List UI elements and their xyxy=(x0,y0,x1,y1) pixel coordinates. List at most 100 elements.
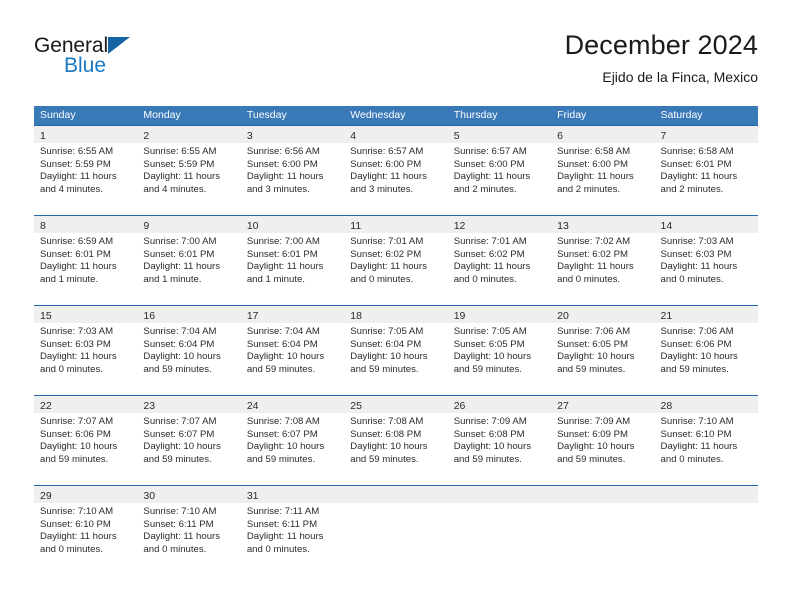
day-cell[interactable]: 27 Sunrise: 7:09 AM Sunset: 6:09 PM Dayligh… xyxy=(551,396,655,485)
day-cell[interactable]: 29 Sunrise: 7:10 AM Sunset: 6:10 PM Dayligh… xyxy=(34,486,138,575)
daylight-text-line1: Daylight: 11 hours xyxy=(143,171,221,183)
day-number-band: 20 xyxy=(551,306,655,323)
sunrise-text: Sunrise: 6:58 AM xyxy=(660,146,734,157)
day-cell[interactable]: 21 Sunrise: 7:06 AM Sunset: 6:06 PM Dayligh… xyxy=(654,306,758,395)
daylight-text-line1: Daylight: 10 hours xyxy=(246,441,325,453)
day-cell[interactable]: 15 Sunrise: 7:03 AM Sunset: 6:03 PM Dayligh… xyxy=(34,306,138,395)
day-details: Sunrise: 7:00 AM Sunset: 6:01 PM Daylight:… xyxy=(137,233,240,286)
day-cell[interactable]: 20 Sunrise: 7:06 AM Sunset: 6:05 PM Dayligh… xyxy=(551,306,655,395)
day-number-band: 14 xyxy=(654,216,758,233)
day-cell[interactable]: 28 Sunrise: 7:10 AM Sunset: 6:10 PM Dayligh… xyxy=(654,396,758,485)
day-cell[interactable]: 11 Sunrise: 7:01 AM Sunset: 6:02 PM Dayligh… xyxy=(344,216,448,305)
day-number: 17 xyxy=(246,310,259,322)
day-cell[interactable]: 18 Sunrise: 7:05 AM Sunset: 6:04 PM Dayligh… xyxy=(344,306,448,395)
day-cell[interactable]: 8 Sunrise: 6:59 AM Sunset: 6:01 PM Daylight… xyxy=(34,216,138,305)
day-cell[interactable]: 3 Sunrise: 6:56 AM Sunset: 6:00 PM Daylight… xyxy=(240,126,345,215)
daylight-text-line2: and 0 minutes. xyxy=(246,543,310,555)
day-cell[interactable]: 24 Sunrise: 7:08 AM Sunset: 6:07 PM Dayligh… xyxy=(240,396,345,485)
day-cell-empty xyxy=(654,486,758,575)
day-number: 19 xyxy=(453,310,466,322)
sunset-text: Sunset: 6:00 PM xyxy=(453,158,525,170)
daylight-text-line1: Daylight: 10 hours xyxy=(453,441,532,453)
day-cell[interactable]: 4 Sunrise: 6:57 AM Sunset: 6:00 PM Daylight… xyxy=(344,126,448,215)
day-cell[interactable]: 26 Sunrise: 7:09 AM Sunset: 6:08 PM Dayligh… xyxy=(447,396,552,485)
day-number: 24 xyxy=(246,400,259,412)
day-cell[interactable]: 31 Sunrise: 7:11 AM Sunset: 6:11 PM Dayligh… xyxy=(240,486,345,575)
weekday-header-saturday: Saturday xyxy=(660,109,703,121)
day-number: 7 xyxy=(660,130,667,142)
day-cell[interactable]: 25 Sunrise: 7:08 AM Sunset: 6:08 PM Dayligh… xyxy=(344,396,448,485)
day-number: 18 xyxy=(350,310,362,322)
day-cell[interactable]: 22 Sunrise: 7:07 AM Sunset: 6:06 PM Dayligh… xyxy=(34,396,138,485)
sunset-text: Sunset: 6:03 PM xyxy=(660,248,732,260)
day-number: 25 xyxy=(350,400,362,412)
day-cell[interactable]: 6 Sunrise: 6:58 AM Sunset: 6:00 PM Daylight… xyxy=(551,126,655,215)
day-number: 10 xyxy=(246,220,259,232)
day-number: 14 xyxy=(660,220,673,232)
sunrise-text: Sunrise: 6:56 AM xyxy=(246,146,320,157)
day-cell[interactable]: 19 Sunrise: 7:05 AM Sunset: 6:05 PM Dayligh… xyxy=(447,306,552,395)
day-number: 22 xyxy=(40,400,52,412)
sunset-text: Sunset: 6:00 PM xyxy=(246,158,318,170)
day-cell[interactable]: 10 Sunrise: 7:00 AM Sunset: 6:01 PM Dayligh… xyxy=(240,216,345,305)
day-number-band: 24 xyxy=(240,396,345,413)
day-details: Sunrise: 6:55 AM Sunset: 5:59 PM Daylight:… xyxy=(34,143,137,196)
week-row: 15 Sunrise: 7:03 AM Sunset: 6:03 PM Dayligh… xyxy=(34,305,758,395)
sunset-text: Sunset: 6:01 PM xyxy=(40,248,111,260)
day-details: Sunrise: 6:56 AM Sunset: 6:00 PM Daylight:… xyxy=(241,143,344,196)
general-blue-logo[interactable]: General Blue xyxy=(34,34,234,90)
daylight-text-line2: and 4 minutes. xyxy=(40,183,103,195)
sunrise-text: Sunrise: 7:07 AM xyxy=(143,416,217,427)
day-cell[interactable]: 16 Sunrise: 7:04 AM Sunset: 6:04 PM Dayligh… xyxy=(137,306,241,395)
sunrise-text: Sunrise: 7:00 AM xyxy=(143,236,217,247)
day-number-band: 13 xyxy=(551,216,655,233)
sunrise-text: Sunrise: 6:58 AM xyxy=(557,146,631,157)
daylight-text-line2: and 59 minutes. xyxy=(660,363,729,375)
weekday-header-wednesday: Wednesday xyxy=(350,109,406,121)
day-cell[interactable]: 2 Sunrise: 6:55 AM Sunset: 5:59 PM Daylight… xyxy=(137,126,241,215)
day-number-band xyxy=(344,486,448,503)
daylight-text-line2: and 1 minute. xyxy=(246,273,305,285)
day-number: 21 xyxy=(660,310,673,322)
day-cell[interactable]: 13 Sunrise: 7:02 AM Sunset: 6:02 PM Dayligh… xyxy=(551,216,655,305)
day-number-band: 9 xyxy=(137,216,241,233)
day-details: Sunrise: 7:07 AM Sunset: 6:07 PM Daylight:… xyxy=(137,413,240,466)
day-cell[interactable]: 12 Sunrise: 7:01 AM Sunset: 6:02 PM Dayligh… xyxy=(447,216,552,305)
daylight-text-line1: Daylight: 10 hours xyxy=(40,441,118,453)
sunset-text: Sunset: 6:00 PM xyxy=(557,158,629,170)
day-details: Sunrise: 7:00 AM Sunset: 6:01 PM Daylight:… xyxy=(241,233,344,286)
day-number-band xyxy=(447,486,552,503)
sunset-text: Sunset: 6:00 PM xyxy=(350,158,422,170)
sunset-text: Sunset: 6:01 PM xyxy=(143,248,215,260)
day-cell[interactable]: 23 Sunrise: 7:07 AM Sunset: 6:07 PM Dayligh… xyxy=(137,396,241,485)
sunrise-text: Sunrise: 7:08 AM xyxy=(246,416,320,427)
daylight-text-line1: Daylight: 11 hours xyxy=(453,171,531,183)
daylight-text-line1: Daylight: 11 hours xyxy=(40,171,117,183)
day-cell[interactable]: 9 Sunrise: 7:00 AM Sunset: 6:01 PM Daylight… xyxy=(137,216,241,305)
daylight-text-line2: and 0 minutes. xyxy=(350,273,414,285)
sunset-text: Sunset: 6:04 PM xyxy=(350,338,422,350)
day-details: Sunrise: 7:02 AM Sunset: 6:02 PM Daylight:… xyxy=(551,233,654,286)
day-details: Sunrise: 7:06 AM Sunset: 6:06 PM Daylight:… xyxy=(655,323,758,376)
day-cell[interactable]: 14 Sunrise: 7:03 AM Sunset: 6:03 PM Dayligh… xyxy=(654,216,758,305)
day-cell[interactable]: 17 Sunrise: 7:04 AM Sunset: 6:04 PM Dayligh… xyxy=(240,306,345,395)
day-cell[interactable]: 30 Sunrise: 7:10 AM Sunset: 6:11 PM Dayligh… xyxy=(137,486,241,575)
sunrise-text: Sunrise: 6:57 AM xyxy=(453,146,527,157)
daylight-text-line1: Daylight: 11 hours xyxy=(246,261,324,273)
sunset-text: Sunset: 6:03 PM xyxy=(40,338,111,350)
day-cell[interactable]: 1 Sunrise: 6:55 AM Sunset: 5:59 PM Daylight… xyxy=(34,126,138,215)
sunset-text: Sunset: 6:05 PM xyxy=(557,338,629,350)
day-cell[interactable]: 5 Sunrise: 6:57 AM Sunset: 6:00 PM Daylight… xyxy=(447,126,552,215)
daylight-text-line2: and 2 minutes. xyxy=(557,183,621,195)
sunrise-text: Sunrise: 7:00 AM xyxy=(246,236,320,247)
day-details: Sunrise: 7:07 AM Sunset: 6:06 PM Daylight:… xyxy=(34,413,137,466)
sunset-text: Sunset: 6:02 PM xyxy=(350,248,422,260)
daylight-text-line2: and 59 minutes. xyxy=(350,363,419,375)
day-number-band: 11 xyxy=(344,216,448,233)
daylight-text-line2: and 59 minutes. xyxy=(350,453,419,465)
day-cell[interactable]: 7 Sunrise: 6:58 AM Sunset: 6:01 PM Daylight… xyxy=(654,126,758,215)
day-details: Sunrise: 7:10 AM Sunset: 6:10 PM Daylight:… xyxy=(655,413,758,466)
sunset-text: Sunset: 6:06 PM xyxy=(40,428,111,440)
sunrise-text: Sunrise: 7:01 AM xyxy=(350,236,424,247)
day-details: Sunrise: 7:04 AM Sunset: 6:04 PM Daylight:… xyxy=(241,323,344,376)
